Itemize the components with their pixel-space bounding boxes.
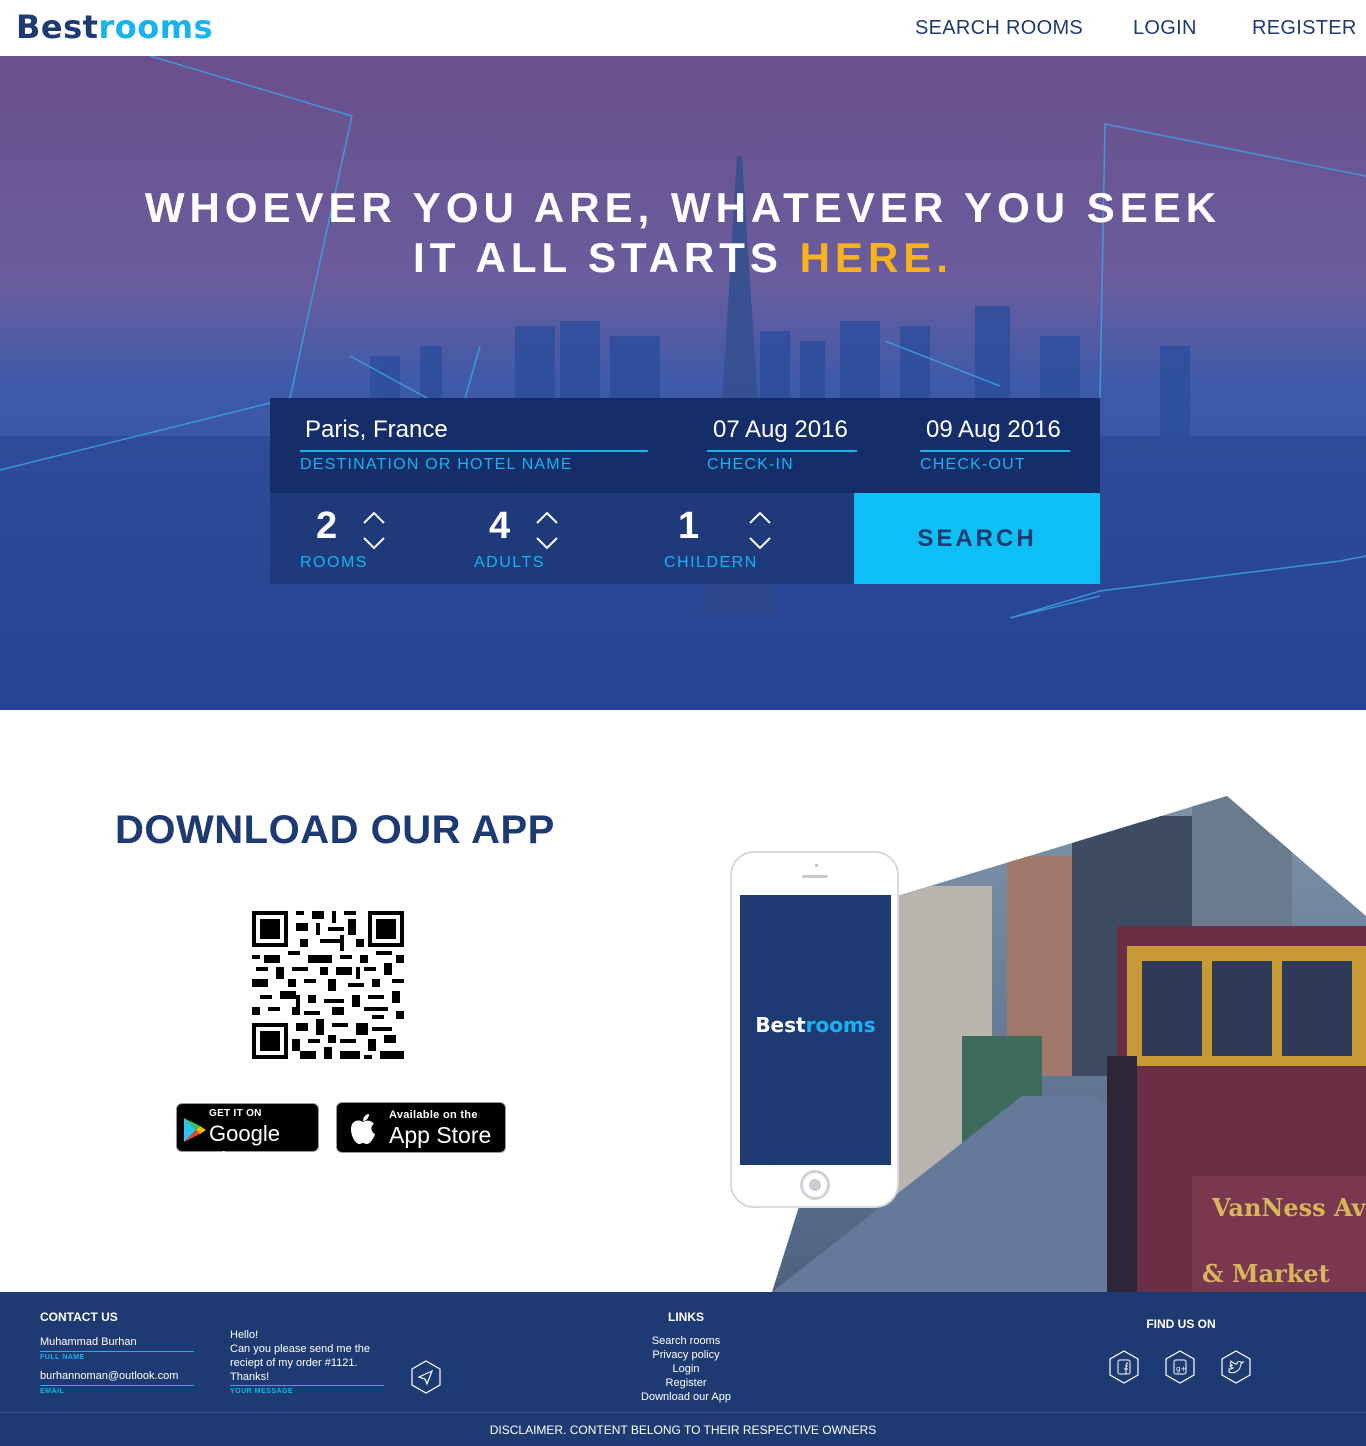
disclaimer-text: DISCLAIMER. CONTENT BELONG TO THEIR RESP… bbox=[489, 1423, 877, 1437]
svg-text:g+: g+ bbox=[1176, 1365, 1186, 1373]
full-name-label: FULL NAME bbox=[40, 1354, 85, 1361]
app-store-badge-line1: Available on the bbox=[389, 1109, 478, 1121]
full-name-underline bbox=[40, 1351, 194, 1352]
rooms-decrement-icon[interactable] bbox=[362, 536, 386, 550]
destination-underline bbox=[300, 450, 648, 452]
adults-count: 4 bbox=[489, 505, 511, 547]
hero-background-image bbox=[0, 56, 1366, 710]
checkin-underline bbox=[707, 450, 857, 452]
google-play-icon bbox=[184, 1118, 206, 1142]
adults-label: ADULTS bbox=[474, 554, 545, 571]
email-underline bbox=[40, 1385, 194, 1386]
search-panel: Paris, France DESTINATION OR HOTEL NAME … bbox=[270, 398, 1100, 584]
phone-camera bbox=[815, 864, 818, 867]
checkin-label: CHECK-IN bbox=[707, 456, 794, 473]
email-label: EMAIL bbox=[40, 1388, 65, 1395]
footer-links: Search rooms Privacy policy Login Regist… bbox=[600, 1334, 772, 1404]
footer-link-download-app[interactable]: Download our App bbox=[600, 1390, 772, 1404]
message-label: YOUR MESSAGE bbox=[230, 1388, 294, 1395]
nav-login[interactable]: LOGIN bbox=[1133, 17, 1197, 40]
full-name-input[interactable]: Muhammad Burhan bbox=[40, 1336, 137, 1348]
message-line: Thanks! bbox=[230, 1371, 270, 1383]
app-store-badge[interactable]: Available on the App Store bbox=[336, 1102, 506, 1153]
destination-label: DESTINATION OR HOTEL NAME bbox=[300, 456, 573, 473]
download-app-title: DOWNLOAD OUR APP bbox=[115, 808, 555, 852]
search-button[interactable]: SEARCH bbox=[854, 493, 1100, 584]
checkout-label: CHECK-OUT bbox=[920, 456, 1026, 473]
google-play-badge[interactable]: GET IT ON Google play bbox=[176, 1103, 319, 1172]
checkin-input[interactable]: 07 Aug 2016 bbox=[713, 416, 848, 444]
send-icon[interactable] bbox=[410, 1360, 442, 1394]
footer-divider bbox=[0, 1412, 1366, 1413]
qr-code-image bbox=[252, 911, 404, 1059]
phone-screen: Bestrooms bbox=[740, 895, 891, 1165]
checkout-input[interactable]: 09 Aug 2016 bbox=[926, 416, 1061, 444]
app-store-badge-line2: App Store bbox=[389, 1122, 492, 1148]
top-navigation-bar: Bestrooms SEARCH ROOMS LOGIN REGISTER bbox=[0, 0, 1366, 56]
google-play-badge-line1: GET IT ON bbox=[209, 1108, 262, 1119]
facebook-icon[interactable] bbox=[1108, 1350, 1140, 1384]
hero-section: WHOEVER YOU ARE, WHATEVER YOU SEEK IT AL… bbox=[0, 56, 1366, 710]
adults-decrement-icon[interactable] bbox=[535, 536, 559, 550]
nav-search-rooms[interactable]: SEARCH ROOMS bbox=[915, 17, 1083, 40]
phone-logo-part2: rooms bbox=[805, 1013, 876, 1037]
adults-increment-icon[interactable] bbox=[535, 511, 559, 525]
email-input[interactable]: burhannoman@outlook.com bbox=[40, 1370, 178, 1382]
footer-link-login[interactable]: Login bbox=[600, 1362, 772, 1376]
apple-icon bbox=[351, 1114, 375, 1144]
svg-text:& Market: & Market bbox=[1202, 1259, 1330, 1288]
children-decrement-icon[interactable] bbox=[748, 536, 772, 550]
footer: CONTACT US Muhammad Burhan FULL NAME bur… bbox=[0, 1292, 1366, 1446]
phone-logo-part1: Best bbox=[755, 1013, 806, 1037]
google-plus-icon[interactable]: g+ bbox=[1164, 1350, 1196, 1384]
rooms-label: ROOMS bbox=[300, 554, 368, 571]
phone-speaker bbox=[802, 875, 828, 878]
children-count: 1 bbox=[678, 505, 700, 547]
hero-headline-line1: WHOEVER YOU ARE, WHATEVER YOU SEEK bbox=[144, 184, 1222, 231]
footer-link-privacy-policy[interactable]: Privacy policy bbox=[600, 1348, 772, 1362]
nav-register[interactable]: REGISTER bbox=[1252, 17, 1357, 40]
message-underline bbox=[230, 1385, 384, 1386]
phone-home-button bbox=[800, 1170, 830, 1200]
rooms-increment-icon[interactable] bbox=[362, 511, 386, 525]
hero-headline-line2: IT ALL STARTS HERE. bbox=[0, 234, 1366, 282]
children-increment-icon[interactable] bbox=[748, 511, 772, 525]
hero-headline-highlight: HERE. bbox=[799, 234, 953, 281]
message-line: reciept of my order #1121. bbox=[230, 1357, 358, 1369]
search-panel-top bbox=[270, 398, 1100, 493]
message-textarea[interactable]: Hello! Can you please send me the reciep… bbox=[230, 1328, 384, 1384]
brand-logo-part2: rooms bbox=[98, 8, 214, 46]
google-play-badge-line2: Google play bbox=[209, 1121, 280, 1172]
footer-link-search-rooms[interactable]: Search rooms bbox=[600, 1334, 772, 1348]
rooms-count: 2 bbox=[316, 505, 338, 547]
message-line: Hello! bbox=[230, 1329, 259, 1341]
contact-us-title: CONTACT US bbox=[40, 1310, 118, 1324]
find-us-title: FIND US ON bbox=[1146, 1317, 1216, 1331]
phone-mockup: Bestrooms bbox=[730, 851, 899, 1208]
footer-link-register[interactable]: Register bbox=[600, 1376, 772, 1390]
twitter-icon[interactable] bbox=[1220, 1350, 1252, 1384]
phone-app-logo: Bestrooms bbox=[740, 1013, 891, 1037]
links-title: LINKS bbox=[668, 1310, 704, 1324]
brand-logo-part1: Best bbox=[16, 8, 99, 46]
checkout-underline bbox=[920, 450, 1070, 452]
hero-headline-prefix: IT ALL STARTS bbox=[413, 234, 800, 281]
destination-input[interactable]: Paris, France bbox=[305, 416, 448, 444]
message-line: Can you please send me the bbox=[230, 1343, 371, 1355]
brand-logo[interactable]: Bestrooms bbox=[16, 8, 213, 46]
children-label: CHILDERN bbox=[664, 554, 758, 571]
svg-text:VanNess Av: VanNess Av bbox=[1211, 1193, 1366, 1222]
